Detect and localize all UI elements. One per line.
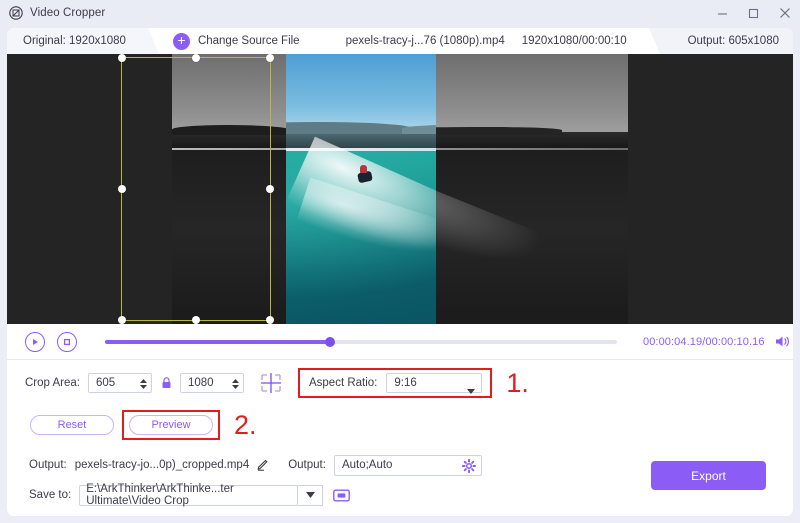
gear-icon[interactable] bbox=[461, 458, 476, 478]
crop-visible-region bbox=[286, 54, 436, 324]
pencil-icon[interactable] bbox=[256, 459, 268, 471]
timeline-progress bbox=[105, 339, 331, 344]
title-bar: Video Cropper bbox=[0, 0, 800, 26]
timecode-display: 00:00:04.19/00:00:10.16 bbox=[643, 335, 765, 348]
video-color-layer bbox=[286, 54, 436, 324]
folder-icon[interactable] bbox=[333, 488, 351, 502]
preview-highlight: Preview bbox=[122, 410, 220, 440]
output-settings-panel: Output: pexels-tracy-jo...0p)_cropped.mp… bbox=[7, 444, 793, 516]
aspect-ratio-label: Aspect Ratio: bbox=[308, 377, 378, 389]
video-frame bbox=[172, 54, 628, 324]
change-source-file-button[interactable]: + Change Source File bbox=[172, 32, 300, 50]
output-resolution-label: Output: 605x1080 bbox=[687, 35, 779, 47]
preview-button[interactable]: Preview bbox=[129, 415, 213, 435]
lock-icon[interactable] bbox=[161, 377, 172, 389]
crop-width-value: 605 bbox=[95, 377, 116, 389]
maximize-button[interactable] bbox=[738, 0, 769, 26]
original-resolution-tab: Original: 1920x1080 bbox=[7, 28, 159, 54]
minimize-button[interactable] bbox=[707, 0, 738, 26]
plus-icon: + bbox=[172, 32, 190, 50]
action-buttons-row: Reset Preview 2. bbox=[7, 406, 793, 444]
crop-handle-middle-left[interactable] bbox=[118, 185, 126, 193]
crop-area-label: Crop Area: bbox=[25, 377, 80, 389]
volume-icon[interactable] bbox=[775, 335, 790, 348]
export-button[interactable]: Export bbox=[651, 461, 766, 490]
window-title: Video Cropper bbox=[30, 7, 106, 19]
aspect-ratio-highlight: Aspect Ratio: 9:16 bbox=[297, 368, 493, 398]
playback-controls: 00:00:04.19/00:00:10.16 bbox=[7, 324, 793, 360]
original-resolution-label: Original: 1920x1080 bbox=[23, 35, 126, 47]
save-path-dropdown[interactable] bbox=[298, 484, 324, 506]
timeline-thumb[interactable] bbox=[325, 336, 336, 347]
output-format-value: Auto;Auto bbox=[341, 459, 393, 471]
output-file-name: pexels-tracy-jo...0p)_cropped.mp4 bbox=[74, 459, 250, 471]
crop-handle-bottom-left[interactable] bbox=[118, 316, 126, 324]
crop-height-value: 1080 bbox=[187, 377, 214, 389]
video-cropper-window: Video Cropper Original: 1920x1080 + Chan… bbox=[0, 0, 800, 523]
crop-width-spinner-icon[interactable] bbox=[139, 375, 147, 393]
source-info-bar: Original: 1920x1080 + Change Source File… bbox=[0, 26, 800, 54]
aspect-ratio-select[interactable]: 9:16 bbox=[386, 373, 483, 394]
play-icon[interactable] bbox=[25, 331, 45, 352]
stop-icon[interactable] bbox=[57, 331, 77, 352]
window-controls bbox=[707, 0, 800, 26]
source-file-meta: 1920x1080/00:00:10 bbox=[521, 35, 627, 47]
app-icon bbox=[8, 6, 23, 21]
aspect-ratio-value: 9:16 bbox=[394, 377, 417, 389]
crosshair-icon[interactable] bbox=[258, 371, 284, 395]
source-file-name: pexels-tracy-j...76 (1080p).mp4 bbox=[345, 35, 505, 47]
output-file-label: Output: bbox=[29, 459, 67, 471]
change-source-file-label: Change Source File bbox=[197, 35, 300, 47]
video-preview-stage[interactable] bbox=[7, 54, 793, 324]
crop-settings-row: Crop Area: 605 1080 Aspect Ratio: 9:16 1… bbox=[7, 360, 793, 406]
crop-handle-top-left[interactable] bbox=[118, 54, 126, 62]
close-button[interactable] bbox=[769, 0, 800, 26]
output-resolution-tab: Output: 605x1080 bbox=[648, 28, 793, 54]
save-to-label: Save to: bbox=[29, 489, 72, 501]
output-format-select[interactable]: Auto;Auto bbox=[333, 454, 482, 478]
step-marker-1: 1. bbox=[506, 367, 529, 398]
output-format-label: Output: bbox=[288, 459, 326, 471]
crop-width-input[interactable]: 605 bbox=[87, 373, 152, 393]
save-path-value: E:\ArkThinker\ArkThinke...ter Ultimate\V… bbox=[86, 483, 234, 507]
timeline-scrubber[interactable] bbox=[105, 336, 617, 347]
chevron-down-icon bbox=[467, 381, 476, 399]
crop-height-spinner-icon[interactable] bbox=[231, 375, 239, 393]
save-path-input[interactable]: E:\ArkThinker\ArkThinke...ter Ultimate\V… bbox=[79, 483, 299, 507]
crop-height-input[interactable]: 1080 bbox=[179, 373, 244, 393]
step-marker-2: 2. bbox=[234, 409, 257, 440]
reset-button[interactable]: Reset bbox=[30, 415, 114, 435]
